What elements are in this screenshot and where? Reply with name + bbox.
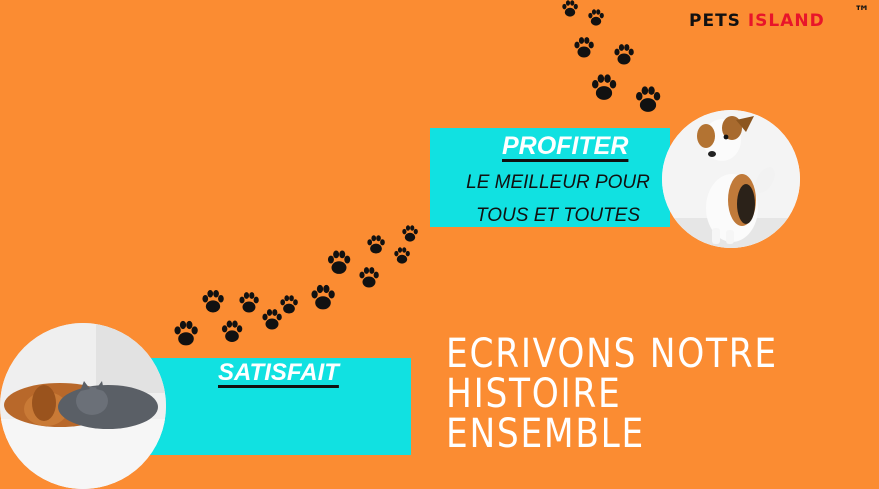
paw-print-icon (262, 309, 282, 330)
satisfait-panel: SATISFAIT (150, 358, 411, 455)
paw-print-icon (239, 292, 259, 313)
profiter-panel: PROFITER LE MEILLEUR POUR TOUS ET TOUTES (430, 128, 670, 227)
paw-print-icon (394, 247, 410, 264)
profiter-title: PROFITER (502, 132, 629, 160)
paw-print-icon (221, 320, 243, 342)
brand-name-part2: ISLAND (747, 11, 825, 31)
paw-print-icon (574, 37, 594, 58)
trademark-symbol: ™ (854, 2, 871, 21)
paw-print-icon (592, 74, 617, 100)
dog-photo (662, 110, 800, 248)
satisfait-title: SATISFAIT (218, 359, 339, 386)
paw-print-icon (280, 295, 298, 314)
paw-print-icon (588, 9, 604, 26)
brand-logo: PETS ISLAND ™ (689, 2, 870, 31)
paw-print-icon (327, 250, 351, 274)
dog-and-cat-photo (0, 323, 166, 489)
paw-print-icon (367, 235, 385, 254)
profiter-line1: LE MEILLEUR POUR (466, 172, 650, 193)
headline-line2: HISTOIRE ENSEMBLE (446, 371, 645, 457)
paw-print-icon (311, 284, 335, 310)
paw-print-icon (562, 0, 578, 17)
profiter-line2: TOUS ET TOUTES (476, 205, 640, 226)
headline-line1: ECRIVONS NOTRE (446, 331, 778, 377)
paw-print-icon (202, 290, 224, 313)
paw-print-icon (636, 86, 661, 112)
paw-print-icon (402, 225, 418, 242)
paw-print-icon (359, 267, 379, 288)
paw-print-icon (174, 320, 198, 346)
brand-name-part1: PETS (689, 11, 748, 31)
paw-print-icon (614, 44, 634, 65)
